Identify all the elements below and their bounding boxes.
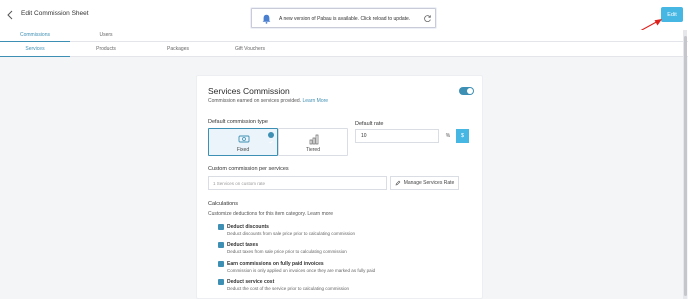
custom-commission-label: Custom commission per services — [208, 166, 289, 172]
page-scrollbar[interactable] — [683, 30, 687, 299]
calc-item-title: Deduct taxes — [227, 241, 259, 248]
tab-products[interactable]: Products — [70, 42, 142, 57]
tab-services[interactable]: Services — [0, 42, 70, 57]
default-rate-input[interactable] — [355, 129, 439, 143]
percent-unit-button[interactable]: % — [443, 129, 453, 143]
pencil-icon — [395, 180, 401, 186]
manage-services-rate-label: Manage Services Rate — [403, 180, 455, 186]
section-subtitle-text: Commission earned on services provided. — [208, 98, 302, 104]
page-title: Edit Commission Sheet — [21, 10, 89, 17]
type-option-fixed[interactable]: Fixed — [208, 128, 278, 156]
edit-button[interactable]: Edit — [661, 7, 683, 22]
calc-item-title: Deduct discounts — [227, 223, 269, 230]
dollar-unit-button[interactable]: $ — [456, 129, 469, 143]
calc-item-desc: Deduct the cost of the service prior to … — [227, 285, 350, 291]
calc-item-desc: Commission is only applied on invoices o… — [227, 267, 376, 273]
deduct-service-cost-checkbox[interactable] — [218, 279, 224, 291]
selected-check-icon — [268, 132, 274, 144]
sub-tabs: Services Products Packages Gift Vouchers — [0, 42, 688, 57]
cash-icon — [238, 135, 250, 143]
calc-item-title: Earn commissions on fully paid invoices — [227, 260, 324, 267]
deduct-discounts-checkbox[interactable] — [218, 224, 224, 236]
type-option-label: Fixed — [236, 147, 250, 153]
section-title: Services Commission — [208, 86, 290, 96]
calculations-learn-more-link[interactable]: Learn more — [307, 211, 333, 217]
commission-type-label: Default commission type — [208, 119, 268, 125]
bell-icon — [262, 14, 271, 24]
calculations-subtitle-text: Customize deductions for this item categ… — [208, 211, 307, 217]
tab-packages[interactable]: Packages — [142, 42, 214, 57]
scrollbar-thumb[interactable] — [683, 36, 687, 296]
default-rate-label: Default rate — [355, 121, 384, 127]
calc-item-title: Deduct service cost — [227, 278, 275, 285]
manage-services-rate-button[interactable]: Manage Services Rate — [390, 176, 459, 190]
tab-users[interactable]: Users — [70, 30, 142, 42]
chevron-left-icon — [7, 10, 13, 20]
fully-paid-invoices-checkbox[interactable] — [218, 261, 224, 273]
toggle-knob — [467, 88, 473, 94]
services-commission-card: Services Commission Commission earned on… — [196, 75, 483, 299]
top-tabs: Commissions Users — [0, 30, 688, 42]
section-subtitle: Commission earned on services provided. … — [208, 98, 328, 104]
update-toast: A new version of Pabau is available. Cli… — [251, 8, 436, 28]
toast-message: A new version of Pabau is available. Cli… — [279, 15, 411, 22]
bar-chart-icon — [309, 134, 319, 145]
services-commission-toggle[interactable] — [459, 87, 474, 95]
type-option-label: Tiered — [306, 147, 320, 153]
tab-commissions[interactable]: Commissions — [0, 30, 70, 42]
reload-icon[interactable] — [423, 14, 432, 23]
learn-more-link[interactable]: Learn More — [303, 98, 329, 104]
calc-item-desc: Deduct taxes from sale price prior to ca… — [227, 248, 347, 254]
deduct-taxes-checkbox[interactable] — [218, 242, 224, 254]
back-button[interactable] — [4, 8, 18, 22]
calculations-subtitle: Customize deductions for this item categ… — [208, 211, 333, 217]
calc-item-desc: Deduct discounts from sale price prior t… — [227, 230, 356, 236]
calculations-title: Calculations — [208, 201, 238, 207]
type-option-tiered[interactable]: Tiered — [278, 128, 348, 156]
custom-services-input[interactable] — [208, 176, 387, 190]
tab-gift-vouchers[interactable]: Gift Vouchers — [214, 42, 286, 57]
